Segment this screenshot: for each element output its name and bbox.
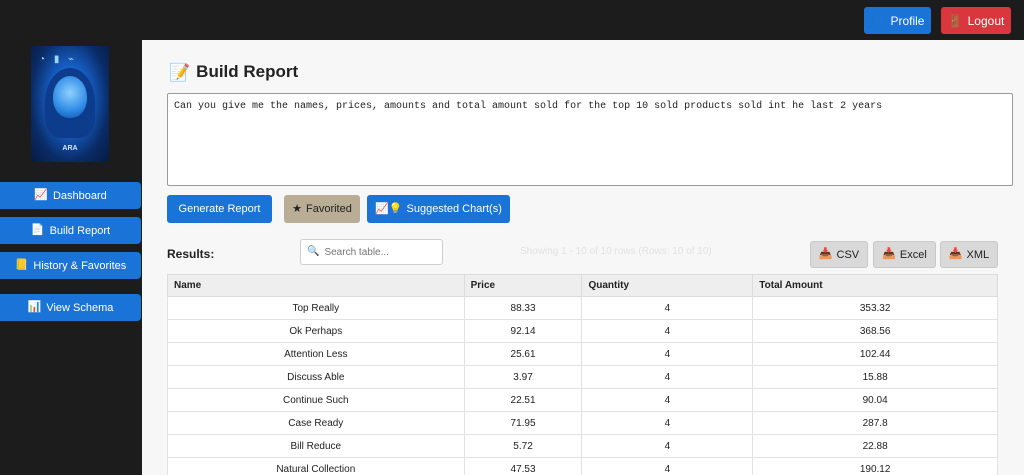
profile-label: Profile bbox=[890, 13, 925, 28]
row-info: Showing 1 - 10 of 10 rows (Rows: 10 of 1… bbox=[520, 246, 712, 257]
star-icon: ★ bbox=[292, 202, 302, 215]
bar-chart-icon: 📊 bbox=[27, 301, 42, 313]
sidebar-item-label: Dashboard bbox=[52, 189, 107, 202]
avatar-face bbox=[53, 76, 87, 118]
cell-total: 90.04 bbox=[752, 388, 998, 412]
column-header-price[interactable]: Price bbox=[463, 274, 583, 297]
export-xml-button[interactable]: 📥 XML bbox=[940, 241, 998, 268]
cell-quantity: 4 bbox=[581, 296, 754, 320]
logout-button[interactable]: 🚪 Logout bbox=[941, 7, 1011, 34]
cell-price: 71.95 bbox=[463, 411, 583, 435]
cell-quantity: 4 bbox=[581, 388, 754, 412]
page-title: 📝 Build Report bbox=[169, 62, 298, 82]
sidebar-item-label: Build Report bbox=[49, 224, 111, 237]
cell-quantity: 4 bbox=[581, 457, 754, 475]
table-header-row: Name Price Quantity Total Amount bbox=[167, 274, 998, 297]
sidebar-item-view-schema[interactable]: 📊 View Schema bbox=[0, 294, 141, 321]
table-row: Discuss Able 3.97 4 15.88 bbox=[167, 365, 998, 389]
cell-total: 22.88 bbox=[752, 434, 998, 458]
cell-total: 368.56 bbox=[752, 319, 998, 343]
suggested-charts-button[interactable]: 📈💡 Suggested Chart(s) bbox=[367, 195, 510, 223]
cell-total: 15.88 bbox=[752, 365, 998, 389]
chart-icon: 📈 bbox=[34, 189, 48, 201]
notebook-icon: 📒 bbox=[14, 259, 29, 271]
document-icon: 📄 bbox=[30, 224, 45, 236]
suggested-charts-label: Suggested Chart(s) bbox=[406, 203, 502, 215]
export-excel-button[interactable]: 📥 Excel bbox=[873, 241, 936, 268]
cell-name: Ok Perhaps bbox=[167, 319, 465, 343]
cell-total: 353.32 bbox=[752, 296, 998, 320]
cell-name: Case Ready bbox=[167, 411, 465, 435]
results-label: Results: bbox=[167, 247, 215, 261]
memo-icon: 📝 bbox=[169, 62, 191, 82]
table-row: Ok Perhaps 92.14 4 368.56 bbox=[167, 319, 998, 343]
table-row: Case Ready 71.95 4 287.8 bbox=[167, 411, 998, 435]
export-csv-label: CSV bbox=[836, 248, 860, 261]
sidebar-item-build-report[interactable]: 📄 Build Report bbox=[0, 217, 141, 244]
results-table: Name Price Quantity Total Amount Top Rea… bbox=[167, 274, 998, 475]
cell-total: 102.44 bbox=[752, 342, 998, 366]
sidebar-item-label: History & Favorites bbox=[33, 259, 127, 272]
cell-price: 5.72 bbox=[463, 434, 583, 458]
logout-label: Logout bbox=[967, 13, 1005, 28]
table-row: Continue Such 22.51 4 90.04 bbox=[167, 388, 998, 412]
query-input[interactable]: Can you give me the names, prices, amoun… bbox=[167, 93, 1013, 186]
page-title-text: Build Report bbox=[196, 62, 299, 81]
avatar-label: ARA bbox=[62, 145, 78, 152]
export-csv-button[interactable]: 📥 CSV bbox=[810, 241, 868, 268]
cell-quantity: 4 bbox=[581, 365, 754, 389]
main-content: 📝 Build Report Can you give me the names… bbox=[142, 40, 1024, 475]
cell-quantity: 4 bbox=[581, 434, 754, 458]
cell-name: Continue Such bbox=[167, 388, 465, 412]
chart-icons-decoration: ◔ ▮ ⌁ bbox=[39, 54, 78, 65]
generate-report-label: Generate Report bbox=[178, 203, 261, 215]
cell-name: Discuss Able bbox=[167, 365, 465, 389]
table-row: Natural Collection 47.53 4 190.12 bbox=[167, 457, 998, 475]
column-header-name[interactable]: Name bbox=[167, 274, 465, 297]
cell-price: 22.51 bbox=[463, 388, 583, 412]
cell-total: 190.12 bbox=[752, 457, 998, 475]
column-header-total-amount[interactable]: Total Amount bbox=[752, 274, 998, 297]
sidebar-item-label: View Schema bbox=[46, 301, 114, 314]
cell-quantity: 4 bbox=[581, 411, 754, 435]
download-icon: 📥 bbox=[882, 248, 896, 260]
download-icon: 📥 bbox=[818, 248, 833, 260]
export-xml-label: XML bbox=[966, 248, 990, 261]
cell-name: Natural Collection bbox=[167, 457, 465, 475]
cell-price: 92.14 bbox=[463, 319, 583, 343]
cell-price: 25.61 bbox=[463, 342, 583, 366]
avatar: ◔ ▮ ⌁ ARA bbox=[31, 46, 109, 162]
sidebar: ◔ ▮ ⌁ ARA 📈 Dashboard 📄 Build Report 📒 H… bbox=[0, 40, 142, 475]
column-header-quantity[interactable]: Quantity bbox=[581, 274, 754, 297]
generate-report-button[interactable]: Generate Report bbox=[167, 195, 272, 223]
cell-quantity: 4 bbox=[581, 342, 754, 366]
sidebar-item-history-favorites[interactable]: 📒 History & Favorites bbox=[0, 252, 141, 279]
cell-price: 3.97 bbox=[463, 365, 583, 389]
cell-name: Bill Reduce bbox=[167, 434, 465, 458]
search-icon: 🔍 bbox=[307, 246, 320, 257]
cell-price: 47.53 bbox=[463, 457, 583, 475]
top-bar: 👤 Profile 🚪 Logout bbox=[0, 0, 1024, 40]
cell-quantity: 4 bbox=[581, 319, 754, 343]
search-input[interactable] bbox=[324, 246, 435, 258]
favorited-label: Favorited bbox=[306, 203, 352, 215]
cell-price: 88.33 bbox=[463, 296, 583, 320]
table-row: Bill Reduce 5.72 4 22.88 bbox=[167, 434, 998, 458]
search-box[interactable]: 🔍 bbox=[300, 239, 443, 265]
export-excel-label: Excel bbox=[899, 248, 927, 261]
favorited-button[interactable]: ★ Favorited bbox=[284, 195, 360, 223]
user-icon: 👤 bbox=[870, 13, 886, 28]
chart-lightbulb-icon: 📈💡 bbox=[375, 202, 403, 215]
table-row: Top Really 88.33 4 353.32 bbox=[167, 296, 998, 320]
profile-button[interactable]: 👤 Profile bbox=[864, 7, 931, 34]
cell-total: 287.8 bbox=[752, 411, 998, 435]
door-icon: 🚪 bbox=[947, 13, 963, 28]
table-row: Attention Less 25.61 4 102.44 bbox=[167, 342, 998, 366]
sidebar-item-dashboard[interactable]: 📈 Dashboard bbox=[0, 182, 141, 209]
cell-name: Top Really bbox=[167, 296, 465, 320]
download-icon: 📥 bbox=[948, 248, 963, 260]
cell-name: Attention Less bbox=[167, 342, 465, 366]
